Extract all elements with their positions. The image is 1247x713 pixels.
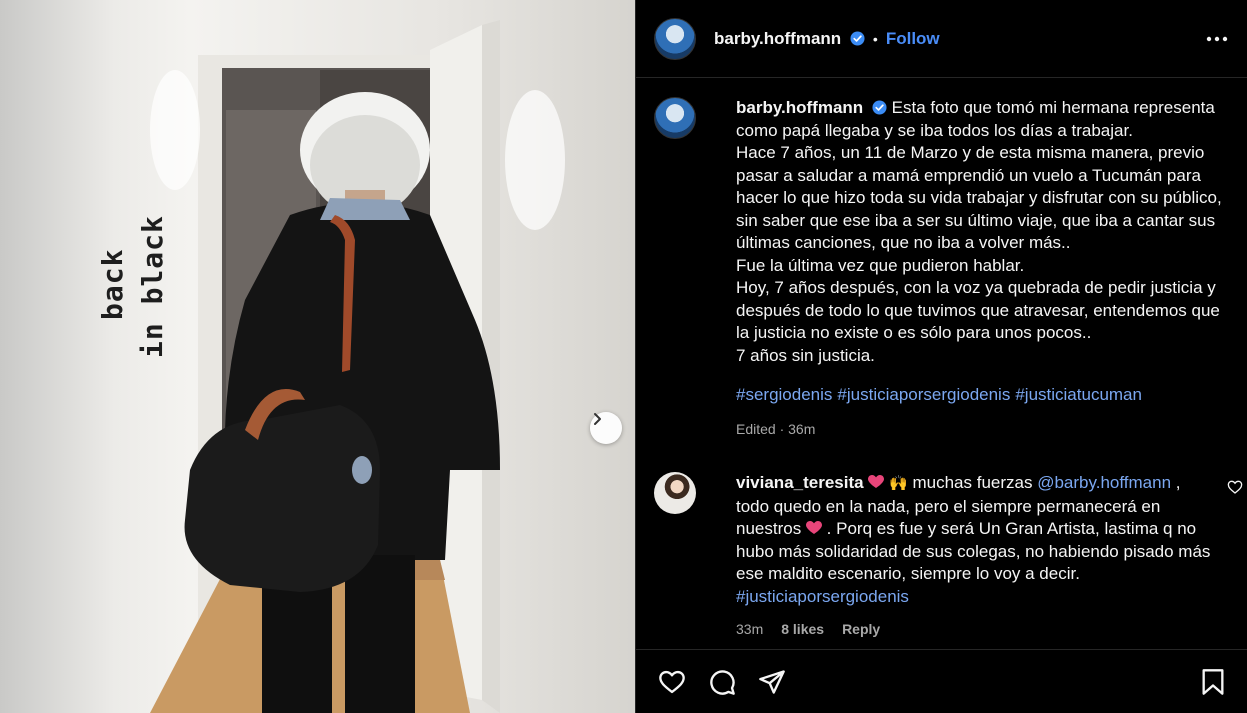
hashtag-link[interactable]: #sergiodenis bbox=[736, 385, 832, 404]
post-actions-bar bbox=[636, 649, 1247, 713]
hashtag-link[interactable]: #justiciaporsergiodenis bbox=[837, 385, 1010, 404]
share-button[interactable] bbox=[758, 668, 786, 696]
more-horizontal-icon bbox=[1206, 36, 1228, 41]
caption-author-avatar[interactable] bbox=[654, 97, 696, 139]
comment-body: viviana_teresita 🙌 muchas fuerzas @barby… bbox=[736, 472, 1229, 641]
comment-button[interactable] bbox=[708, 668, 736, 696]
caption-meta: Edited · 36m bbox=[736, 420, 816, 437]
hashtag-link[interactable]: #justiciatucuman bbox=[1015, 385, 1142, 404]
caption-line: Fue la última vez que pudieron hablar. bbox=[736, 255, 1025, 275]
hashtag-link[interactable]: #justiciaporsergiodenis bbox=[736, 586, 1229, 609]
post-header: barby.hoffmann • Follow bbox=[636, 0, 1247, 78]
comment-text: . Porq es fue y será Un Gran Artista, la… bbox=[826, 519, 1197, 538]
caption-line: después de todo lo que tuvimos que atrav… bbox=[736, 300, 1220, 320]
caption-entry: barby.hoffmann Esta foto que tomó mi her… bbox=[654, 97, 1229, 440]
header-separator: • bbox=[872, 30, 878, 47]
author-avatar[interactable] bbox=[654, 17, 696, 60]
caption-line: Hoy, 7 años después, con la voz ya quebr… bbox=[736, 278, 1216, 297]
story-text-overlay: back in black bbox=[88, 180, 178, 360]
comment-icon bbox=[710, 669, 735, 695]
pink-heart-emoji-icon bbox=[805, 521, 822, 534]
verified-badge-icon bbox=[872, 100, 887, 115]
comment-entry: viviana_teresita 🙌 muchas fuerzas @barby… bbox=[654, 472, 1229, 641]
comment-likes[interactable]: 8 likes bbox=[781, 618, 824, 641]
caption-line: sin saber que ese iba a ser su último vi… bbox=[736, 210, 1216, 230]
bookmark-icon bbox=[1202, 668, 1224, 695]
comment-mention-link[interactable]: @barby.hoffmann bbox=[1037, 473, 1171, 492]
caption-line: como papá llegaba y se iba todos los día… bbox=[736, 120, 1133, 140]
comment-text: todo quedo en la nada, pero el siempre p… bbox=[736, 496, 1161, 516]
story-text-line1: back bbox=[96, 248, 129, 320]
comment-text: hubo más solidaridad de sus colegas, no … bbox=[736, 541, 1211, 561]
caption-line: Hace 7 años, un 11 de Marzo y de esta mi… bbox=[736, 143, 1205, 162]
post-photo: back in black bbox=[0, 0, 635, 713]
pink-heart-emoji-icon bbox=[868, 475, 885, 488]
comment-text: ese maldito escenario, siempre lo voy a … bbox=[736, 564, 1080, 583]
caption-line: últimas canciones, que no iba a volver m… bbox=[736, 233, 1071, 252]
story-text-line2: in black bbox=[136, 215, 169, 358]
send-icon bbox=[759, 669, 785, 694]
like-button[interactable] bbox=[658, 668, 686, 696]
next-photo-button[interactable] bbox=[590, 412, 622, 444]
comment-text: , bbox=[1175, 473, 1181, 492]
caption-username[interactable]: barby.hoffmann bbox=[736, 98, 863, 117]
caption-line: Esta foto que tomó mi hermana representa bbox=[891, 98, 1215, 117]
comment-meta: 33m 8 likes Reply bbox=[736, 618, 1229, 641]
caption-line: hacer lo que hizo toda su vida trabajar … bbox=[736, 188, 1222, 207]
comment-text: nuestros bbox=[736, 519, 802, 538]
caption-line: la justicia no existe o es sólo para uno… bbox=[736, 323, 1092, 342]
caption-hashtags: #sergiodenis #justiciaporsergiodenis #just… bbox=[736, 384, 1229, 407]
comment-time: 33m bbox=[736, 621, 764, 637]
post-modal: back in black barby.hoffmann • Follow ba… bbox=[0, 0, 1247, 713]
more-options-button[interactable] bbox=[1205, 27, 1229, 51]
commenter-username[interactable]: viviana_teresita bbox=[736, 473, 864, 492]
comment-like-heart-icon[interactable] bbox=[1227, 479, 1243, 495]
comment-text: muchas fuerzas bbox=[912, 473, 1033, 492]
author-username[interactable]: barby.hoffmann bbox=[714, 29, 865, 49]
caption-line: 7 años sin justicia. bbox=[736, 345, 875, 365]
reply-button[interactable]: Reply bbox=[842, 618, 880, 641]
chevron-right-icon bbox=[594, 413, 601, 425]
caption-line: pasar a saludar a mamá emprendió un vuel… bbox=[736, 165, 1201, 185]
verified-badge-icon bbox=[850, 30, 865, 46]
author-username-text[interactable]: barby.hoffmann bbox=[714, 29, 841, 48]
post-details-panel: barby.hoffmann • Follow barby.hoffmann E… bbox=[635, 0, 1247, 713]
comments-section: barby.hoffmann Esta foto que tomó mi her… bbox=[636, 79, 1247, 649]
raised-hands-emoji-icon: 🙌 bbox=[889, 475, 908, 492]
caption-body: barby.hoffmann Esta foto que tomó mi her… bbox=[736, 97, 1229, 440]
heart-icon bbox=[659, 670, 685, 693]
save-button[interactable] bbox=[1199, 668, 1227, 696]
commenter-avatar[interactable] bbox=[654, 472, 696, 514]
follow-button[interactable]: Follow bbox=[886, 29, 940, 49]
